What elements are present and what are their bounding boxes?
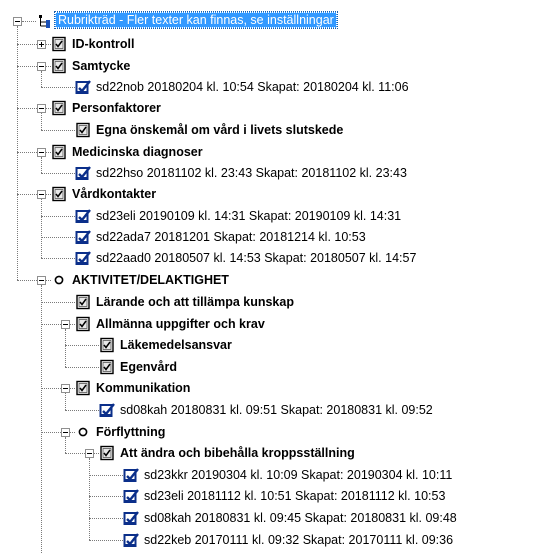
tree-node-label[interactable]: Förflyttning — [94, 422, 167, 442]
tree-connector — [41, 302, 75, 303]
root-label[interactable]: Rubrikträd - Fler texter kan finnas, se … — [54, 11, 338, 29]
tree-connector — [41, 173, 75, 174]
checklist-icon — [76, 380, 90, 396]
tree-node-label[interactable]: ID-kontroll — [70, 34, 137, 54]
tree-connector — [65, 437, 66, 453]
checklist-icon — [52, 144, 66, 160]
tree-connector — [41, 258, 75, 259]
tree-connector — [41, 87, 75, 88]
collapse-toggle[interactable] — [61, 428, 70, 437]
checklist-icon — [100, 337, 114, 353]
tree-connector — [41, 237, 75, 238]
tree-row-root[interactable]: Rubrikträd - Fler texter kan finnas, se … — [54, 10, 338, 30]
signed-note-icon — [123, 533, 139, 547]
tree-connector — [89, 458, 90, 540]
tree-connector — [22, 21, 36, 22]
signed-note-icon — [75, 251, 91, 265]
tree-node-label[interactable]: Vårdkontakter — [70, 184, 158, 204]
tree-connector — [41, 157, 42, 173]
root-collapse-toggle[interactable] — [13, 17, 22, 26]
tree-connector — [41, 130, 75, 131]
tree-node-label[interactable]: sd08kah 20180831 kl. 09:51 Skapat: 20180… — [118, 400, 435, 420]
signed-note-icon — [75, 166, 91, 180]
signed-note-icon — [75, 230, 91, 244]
tree-connector — [41, 199, 42, 258]
collapse-toggle[interactable] — [37, 190, 46, 199]
tree-connector — [89, 518, 123, 519]
tree-node-label[interactable]: Egna önskemål om vård i livets slutskede — [94, 120, 345, 140]
circle-icon — [54, 275, 64, 285]
tree-node-label[interactable]: sd23eli 20181112 kl. 10:51 Skapat: 20181… — [142, 486, 447, 506]
checklist-icon — [76, 122, 90, 138]
collapse-toggle[interactable] — [37, 62, 46, 71]
tree-connector — [41, 71, 42, 87]
circle-icon — [78, 427, 88, 437]
collapse-toggle[interactable] — [61, 320, 70, 329]
tree-node-label[interactable]: Personfaktorer — [70, 98, 163, 118]
tree-node-label[interactable]: Att ändra och bibehålla kroppsställning — [118, 443, 357, 463]
tree-connector — [41, 113, 42, 130]
tree-node-label[interactable]: Egenvård — [118, 357, 179, 377]
tree-node-label[interactable]: sd22keb 20170111 kl. 09:32 Skapat: 20170… — [142, 530, 455, 550]
signed-note-icon — [123, 511, 139, 525]
collapse-toggle[interactable] — [37, 276, 46, 285]
checklist-icon — [100, 359, 114, 375]
checklist-icon — [52, 36, 66, 52]
signed-note-icon — [75, 209, 91, 223]
tree-node-label[interactable]: sd22aad0 20180507 kl. 14:53 Skapat: 2018… — [94, 248, 418, 268]
collapse-toggle[interactable] — [85, 449, 94, 458]
tree-connector — [17, 26, 18, 280]
tree-connector — [65, 345, 99, 346]
tree-connector — [41, 285, 42, 553]
checklist-icon — [76, 316, 90, 332]
tree-node-label[interactable]: sd22nob 20180204 kl. 10:54 Skapat: 20180… — [94, 77, 411, 97]
tree-structure-icon — [39, 15, 50, 28]
checklist-icon — [52, 100, 66, 116]
tree-node-label[interactable]: Samtycke — [70, 56, 132, 76]
tree-connector — [65, 367, 99, 368]
tree-connector — [65, 329, 66, 367]
tree-node-label[interactable]: Allmänna uppgifter och krav — [94, 314, 267, 334]
checklist-icon — [52, 58, 66, 74]
tree-node-label[interactable]: Läkemedelsansvar — [118, 335, 234, 355]
collapse-toggle[interactable] — [37, 148, 46, 157]
tree-node-label[interactable]: Lärande och att tillämpa kunskap — [94, 292, 296, 312]
checklist-icon — [76, 294, 90, 310]
tree-node-label[interactable]: sd22ada7 20181201 Skapat: 20181214 kl. 1… — [94, 227, 368, 247]
tree-node-label[interactable]: sd22hso 20181102 kl. 23:43 Skapat: 20181… — [94, 163, 409, 183]
tree-node-label[interactable]: sd08kah 20180831 kl. 09:45 Skapat: 20180… — [142, 508, 459, 528]
tree-node-label[interactable]: AKTIVITET/DELAKTIGHET — [70, 270, 231, 290]
expand-toggle[interactable] — [37, 40, 46, 49]
tree-connector — [89, 475, 123, 476]
collapse-toggle[interactable] — [37, 104, 46, 113]
rubric-tree[interactable]: Rubrikträd - Fler texter kan finnas, se … — [0, 0, 555, 553]
signed-note-icon — [123, 489, 139, 503]
tree-connector — [65, 393, 66, 410]
tree-node-label[interactable]: Kommunikation — [94, 378, 192, 398]
checklist-icon — [52, 186, 66, 202]
collapse-toggle[interactable] — [61, 384, 70, 393]
tree-connector — [89, 540, 123, 541]
tree-node-label[interactable]: Medicinska diagnoser — [70, 142, 205, 162]
checklist-icon — [100, 445, 114, 461]
tree-node-label[interactable]: sd23eli 20190109 kl. 14:31 Skapat: 20190… — [94, 206, 403, 226]
tree-connector — [89, 496, 123, 497]
signed-note-icon — [99, 403, 115, 417]
tree-node-label[interactable]: sd23kkr 20190304 kl. 10:09 Skapat: 20190… — [142, 465, 454, 485]
signed-note-icon — [75, 80, 91, 94]
signed-note-icon — [123, 468, 139, 482]
tree-connector — [41, 216, 75, 217]
tree-connector — [65, 410, 99, 411]
